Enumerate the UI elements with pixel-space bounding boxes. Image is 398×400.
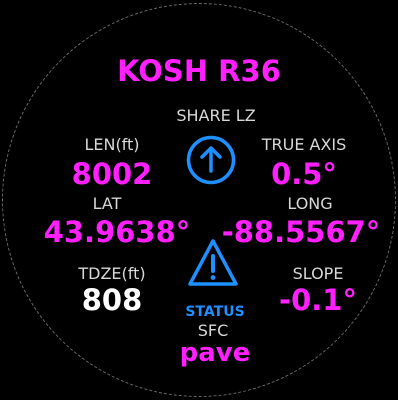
- true-axis-label: TRUE AXIS: [261, 135, 347, 154]
- long-label: LONG: [287, 194, 333, 213]
- tdze-value: 808: [81, 283, 143, 317]
- status-label: STATUS: [185, 304, 245, 320]
- status-button[interactable]: [186, 236, 240, 290]
- length-value: 8002: [71, 157, 153, 191]
- slope-value: -0.1°: [279, 283, 357, 317]
- lat-label: LAT: [92, 194, 122, 213]
- airport-runway-title: KOSH R36: [117, 54, 281, 88]
- sfc-value: pave: [179, 338, 251, 368]
- long-value: -88.5567°: [221, 215, 381, 249]
- sfc-label: SFC: [197, 321, 229, 340]
- true-axis-value: 0.5°: [271, 157, 337, 191]
- tdze-label: TDZE(ft): [78, 264, 146, 283]
- arrow-up-circle-icon: [186, 135, 236, 185]
- length-label: LEN(ft): [84, 135, 140, 154]
- share-lz-button[interactable]: [186, 135, 236, 185]
- warning-triangle-icon: [188, 239, 238, 286]
- lat-value: 43.9638°: [43, 215, 191, 249]
- share-lz-label: SHARE LZ: [176, 106, 256, 125]
- slope-label: SLOPE: [292, 264, 344, 283]
